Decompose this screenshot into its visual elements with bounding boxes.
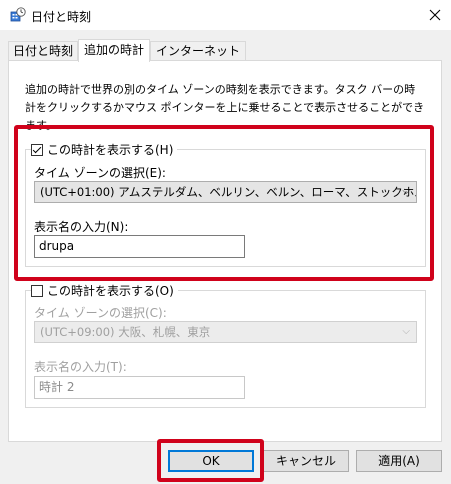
cancel-button[interactable]: キャンセル xyxy=(263,450,349,472)
window-title: 日付と時刻 xyxy=(31,10,92,24)
tab-date-time[interactable]: 日付と時刻 xyxy=(8,41,78,62)
highlight-ok xyxy=(157,439,264,482)
clock-app-icon xyxy=(10,7,26,22)
chevron-down-icon: ⌵ xyxy=(402,326,410,337)
tab-additional-clocks[interactable]: 追加の時計 xyxy=(78,39,150,62)
close-icon xyxy=(429,9,440,21)
tab-internet-time[interactable]: インターネット時刻 xyxy=(150,41,246,77)
clock2-name-input[interactable]: 時計 2 xyxy=(34,376,245,399)
clock2-checkbox-label: この時計を表示する(O) xyxy=(47,284,174,298)
clock2-timezone-select[interactable]: (UTC+09:00) 大阪、札幌、東京 ⌵ xyxy=(34,321,417,343)
checkbox-unchecked-icon xyxy=(31,284,43,297)
clock2-show-checkbox[interactable]: この時計を表示する(O) xyxy=(31,282,178,299)
clock2-timezone-value: (UTC+09:00) 大阪、札幌、東京 xyxy=(40,325,211,339)
close-button[interactable] xyxy=(418,0,451,30)
apply-button[interactable]: 適用(A) xyxy=(356,450,442,472)
highlight-clock1 xyxy=(14,125,434,281)
clock2-name-label: 表示名の入力(T): xyxy=(34,360,127,374)
clock2-timezone-label: タイム ゾーンの選択(C): xyxy=(34,306,167,320)
title-bar: 日付と時刻 xyxy=(0,0,451,30)
